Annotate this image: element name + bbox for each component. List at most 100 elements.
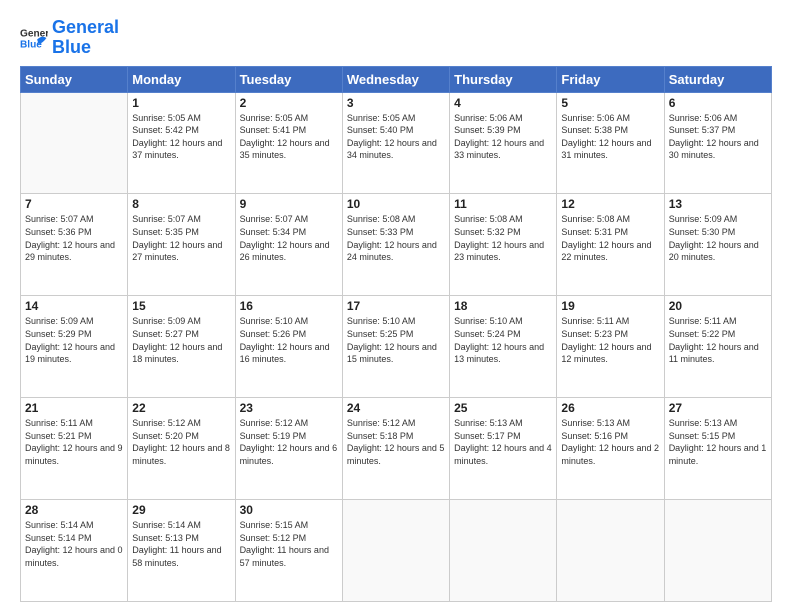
day-number: 22 — [132, 401, 230, 415]
weekday-header-thursday: Thursday — [450, 66, 557, 92]
calendar-cell: 18 Sunrise: 5:10 AMSunset: 5:24 PMDayligh… — [450, 296, 557, 398]
day-number: 3 — [347, 96, 445, 110]
day-info: Sunrise: 5:14 AMSunset: 5:14 PMDaylight:… — [25, 519, 123, 569]
day-number: 23 — [240, 401, 338, 415]
day-number: 15 — [132, 299, 230, 313]
logo-icon: General Blue — [20, 24, 48, 52]
calendar-week-4: 21 Sunrise: 5:11 AMSunset: 5:21 PMDayligh… — [21, 398, 772, 500]
calendar-cell: 7 Sunrise: 5:07 AMSunset: 5:36 PMDaylight… — [21, 194, 128, 296]
calendar-cell: 20 Sunrise: 5:11 AMSunset: 5:22 PMDayligh… — [664, 296, 771, 398]
calendar-week-1: 1 Sunrise: 5:05 AMSunset: 5:42 PMDaylight… — [21, 92, 772, 194]
day-number: 21 — [25, 401, 123, 415]
day-info: Sunrise: 5:12 AMSunset: 5:20 PMDaylight:… — [132, 417, 230, 467]
calendar-cell: 15 Sunrise: 5:09 AMSunset: 5:27 PMDayligh… — [128, 296, 235, 398]
day-info: Sunrise: 5:06 AMSunset: 5:39 PMDaylight:… — [454, 112, 552, 162]
day-info: Sunrise: 5:13 AMSunset: 5:15 PMDaylight:… — [669, 417, 767, 467]
day-info: Sunrise: 5:07 AMSunset: 5:36 PMDaylight:… — [25, 213, 123, 263]
calendar-cell: 23 Sunrise: 5:12 AMSunset: 5:19 PMDayligh… — [235, 398, 342, 500]
calendar-cell: 16 Sunrise: 5:10 AMSunset: 5:26 PMDayligh… — [235, 296, 342, 398]
day-number: 26 — [561, 401, 659, 415]
day-info: Sunrise: 5:11 AMSunset: 5:22 PMDaylight:… — [669, 315, 767, 365]
calendar-cell: 22 Sunrise: 5:12 AMSunset: 5:20 PMDayligh… — [128, 398, 235, 500]
svg-text:Blue: Blue — [20, 39, 42, 50]
calendar-cell: 9 Sunrise: 5:07 AMSunset: 5:34 PMDaylight… — [235, 194, 342, 296]
day-info: Sunrise: 5:10 AMSunset: 5:25 PMDaylight:… — [347, 315, 445, 365]
day-number: 8 — [132, 197, 230, 211]
day-number: 4 — [454, 96, 552, 110]
calendar-cell — [450, 500, 557, 602]
day-number: 19 — [561, 299, 659, 313]
weekday-header-monday: Monday — [128, 66, 235, 92]
day-number: 5 — [561, 96, 659, 110]
weekday-header-wednesday: Wednesday — [342, 66, 449, 92]
page: General Blue General Blue SundayMondayTu… — [0, 0, 792, 612]
day-info: Sunrise: 5:09 AMSunset: 5:27 PMDaylight:… — [132, 315, 230, 365]
day-number: 20 — [669, 299, 767, 313]
calendar-cell: 6 Sunrise: 5:06 AMSunset: 5:37 PMDaylight… — [664, 92, 771, 194]
weekday-header-saturday: Saturday — [664, 66, 771, 92]
day-info: Sunrise: 5:10 AMSunset: 5:26 PMDaylight:… — [240, 315, 338, 365]
calendar-cell: 21 Sunrise: 5:11 AMSunset: 5:21 PMDayligh… — [21, 398, 128, 500]
day-number: 27 — [669, 401, 767, 415]
calendar-week-3: 14Sunrise: 5:09 AMSunset: 5:29 PMDayligh… — [21, 296, 772, 398]
logo-general: General — [52, 17, 119, 37]
day-number: 1 — [132, 96, 230, 110]
day-info: Sunrise: 5:08 AMSunset: 5:33 PMDaylight:… — [347, 213, 445, 263]
day-info: Sunrise: 5:06 AMSunset: 5:37 PMDaylight:… — [669, 112, 767, 162]
day-number: 25 — [454, 401, 552, 415]
day-info: Sunrise: 5:05 AMSunset: 5:42 PMDaylight:… — [132, 112, 230, 162]
day-number: 11 — [454, 197, 552, 211]
calendar-cell: 25 Sunrise: 5:13 AMSunset: 5:17 PMDayligh… — [450, 398, 557, 500]
day-info: Sunrise: 5:14 AMSunset: 5:13 PMDaylight:… — [132, 519, 230, 569]
day-info: Sunrise: 5:09 AMSunset: 5:30 PMDaylight:… — [669, 213, 767, 263]
day-info: Sunrise: 5:11 AMSunset: 5:21 PMDaylight:… — [25, 417, 123, 467]
calendar-cell: 4 Sunrise: 5:06 AMSunset: 5:39 PMDaylight… — [450, 92, 557, 194]
day-info: Sunrise: 5:12 AMSunset: 5:19 PMDaylight:… — [240, 417, 338, 467]
day-number: 7 — [25, 197, 123, 211]
calendar-cell — [21, 92, 128, 194]
calendar-cell: 2Sunrise: 5:05 AMSunset: 5:41 PMDaylight… — [235, 92, 342, 194]
weekday-header-row: SundayMondayTuesdayWednesdayThursdayFrid… — [21, 66, 772, 92]
day-info: Sunrise: 5:05 AMSunset: 5:40 PMDaylight:… — [347, 112, 445, 162]
day-number: 17 — [347, 299, 445, 313]
calendar-cell: 30Sunrise: 5:15 AMSunset: 5:12 PMDayligh… — [235, 500, 342, 602]
calendar-cell: 19 Sunrise: 5:11 AMSunset: 5:23 PMDayligh… — [557, 296, 664, 398]
calendar-cell: 8 Sunrise: 5:07 AMSunset: 5:35 PMDaylight… — [128, 194, 235, 296]
logo-blue: Blue — [52, 37, 91, 57]
logo-text: General Blue — [52, 18, 119, 58]
calendar-cell: 3 Sunrise: 5:05 AMSunset: 5:40 PMDaylight… — [342, 92, 449, 194]
day-number: 12 — [561, 197, 659, 211]
calendar-cell — [664, 500, 771, 602]
header: General Blue General Blue — [20, 18, 772, 58]
calendar-cell: 1 Sunrise: 5:05 AMSunset: 5:42 PMDaylight… — [128, 92, 235, 194]
day-info: Sunrise: 5:13 AMSunset: 5:17 PMDaylight:… — [454, 417, 552, 467]
day-info: Sunrise: 5:07 AMSunset: 5:34 PMDaylight:… — [240, 213, 338, 263]
calendar-cell: 17 Sunrise: 5:10 AMSunset: 5:25 PMDayligh… — [342, 296, 449, 398]
calendar-cell: 13Sunrise: 5:09 AMSunset: 5:30 PMDayligh… — [664, 194, 771, 296]
day-number: 28 — [25, 503, 123, 517]
calendar-cell: 28 Sunrise: 5:14 AMSunset: 5:14 PMDayligh… — [21, 500, 128, 602]
day-number: 6 — [669, 96, 767, 110]
day-info: Sunrise: 5:10 AMSunset: 5:24 PMDaylight:… — [454, 315, 552, 365]
calendar-cell: 10 Sunrise: 5:08 AMSunset: 5:33 PMDayligh… — [342, 194, 449, 296]
day-number: 29 — [132, 503, 230, 517]
day-info: Sunrise: 5:08 AMSunset: 5:32 PMDaylight:… — [454, 213, 552, 263]
day-info: Sunrise: 5:06 AMSunset: 5:38 PMDaylight:… — [561, 112, 659, 162]
calendar-week-2: 7 Sunrise: 5:07 AMSunset: 5:36 PMDaylight… — [21, 194, 772, 296]
day-info: Sunrise: 5:07 AMSunset: 5:35 PMDaylight:… — [132, 213, 230, 263]
day-info: Sunrise: 5:11 AMSunset: 5:23 PMDaylight:… — [561, 315, 659, 365]
day-number: 18 — [454, 299, 552, 313]
calendar-cell: 12Sunrise: 5:08 AMSunset: 5:31 PMDayligh… — [557, 194, 664, 296]
day-info: Sunrise: 5:05 AMSunset: 5:41 PMDaylight:… — [240, 112, 338, 162]
calendar-cell: 27 Sunrise: 5:13 AMSunset: 5:15 PMDayligh… — [664, 398, 771, 500]
calendar-cell: 24Sunrise: 5:12 AMSunset: 5:18 PMDayligh… — [342, 398, 449, 500]
day-number: 16 — [240, 299, 338, 313]
calendar-cell: 5 Sunrise: 5:06 AMSunset: 5:38 PMDaylight… — [557, 92, 664, 194]
day-number: 30 — [240, 503, 338, 517]
calendar-cell: 26Sunrise: 5:13 AMSunset: 5:16 PMDayligh… — [557, 398, 664, 500]
day-number: 10 — [347, 197, 445, 211]
day-number: 9 — [240, 197, 338, 211]
calendar-table: SundayMondayTuesdayWednesdayThursdayFrid… — [20, 66, 772, 602]
day-number: 14 — [25, 299, 123, 313]
weekday-header-sunday: Sunday — [21, 66, 128, 92]
